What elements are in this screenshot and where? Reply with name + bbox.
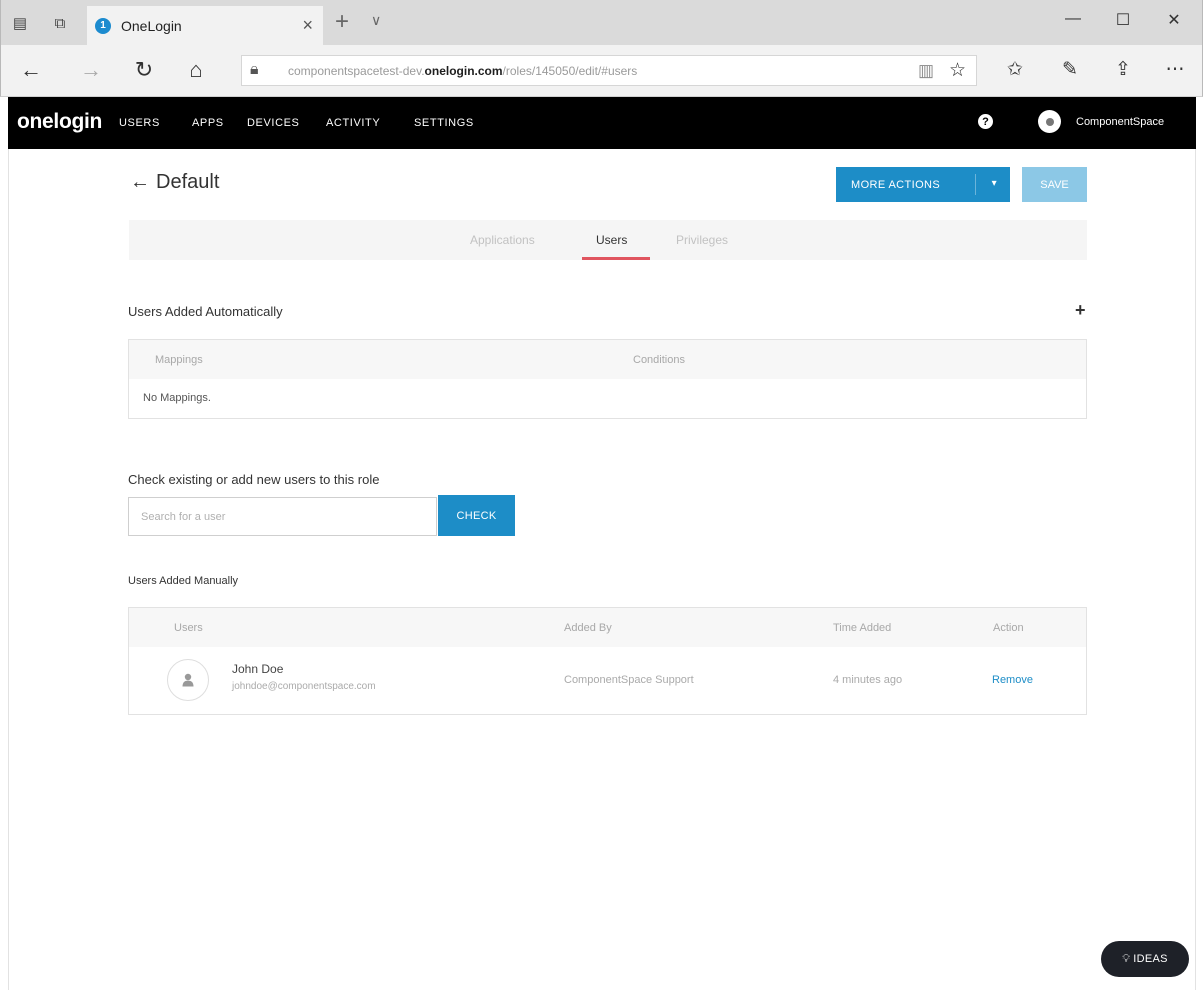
lock-icon: 🔒︎: [250, 61, 259, 78]
forward-icon[interactable]: →: [76, 57, 106, 83]
save-button[interactable]: SAVE: [1022, 167, 1087, 202]
column-header-conditions: Conditions: [633, 354, 685, 366]
user-email: johndoe@componentspace.com: [232, 681, 376, 692]
mappings-table-header: Mappings Conditions: [129, 340, 1086, 379]
tab-actions-icon[interactable]: ▤: [9, 12, 31, 34]
favorite-star-icon[interactable]: ☆: [949, 59, 966, 82]
active-tab-indicator: [582, 257, 650, 260]
maximize-window-icon[interactable]: ☐: [1108, 10, 1138, 30]
button-divider: [975, 174, 976, 195]
tab-list-chevron-down-icon[interactable]: ∨: [371, 12, 381, 29]
url-text: componentspacetest-dev.onelogin.com/role…: [288, 64, 638, 78]
time-added-value: 4 minutes ago: [833, 674, 903, 686]
nav-devices[interactable]: DEVICES: [247, 117, 300, 129]
column-header-action: Action: [993, 622, 1024, 634]
ideas-button[interactable]: 💡︎ IDEAS: [1101, 941, 1189, 977]
more-options-icon[interactable]: ⋯: [1161, 58, 1189, 81]
role-tabs: Applications Users Privileges: [129, 220, 1087, 260]
back-to-roles-link[interactable]: ← Default: [130, 171, 219, 194]
minimize-window-icon[interactable]: —: [1058, 10, 1088, 28]
manual-section-title: Users Added Manually: [128, 575, 239, 587]
close-window-icon[interactable]: ✕: [1159, 10, 1189, 30]
search-user-input[interactable]: [128, 497, 437, 536]
back-icon[interactable]: ←: [16, 57, 46, 83]
nav-settings[interactable]: SETTINGS: [414, 117, 474, 129]
user-avatar: [167, 659, 209, 701]
person-icon: [1045, 117, 1054, 126]
column-header-time-added: Time Added: [833, 622, 892, 634]
auto-section-title: Users Added Automatically: [128, 304, 283, 319]
url-field[interactable]: 🔒︎ componentspacetest-dev.onelogin.com/r…: [241, 55, 977, 86]
check-button[interactable]: CHECK: [438, 495, 515, 536]
app-top-nav: onelogin USERS APPS DEVICES ACTIVITY SET…: [8, 97, 1196, 149]
tab-applications[interactable]: Applications: [470, 233, 535, 247]
manual-users-table: Users Added By Time Added Action John Do…: [128, 607, 1087, 715]
no-mappings-text: No Mappings.: [143, 392, 211, 404]
browser-tab-title: OneLogin: [121, 17, 182, 34]
page-title: Default: [156, 171, 220, 193]
ideas-label: IDEAS: [1133, 953, 1168, 965]
more-actions-button[interactable]: MORE ACTIONS ▾: [836, 167, 1010, 202]
onelogin-favicon-icon: 1: [95, 17, 111, 34]
account-username[interactable]: ComponentSpace: [1076, 116, 1164, 128]
table-row: John Doe johndoe@componentspace.com Comp…: [129, 647, 1086, 715]
onelogin-logo[interactable]: onelogin: [17, 110, 102, 134]
arrow-left-icon: ←: [130, 171, 150, 193]
tab-privileges[interactable]: Privileges: [676, 233, 728, 247]
added-by-value: ComponentSpace Support: [564, 674, 694, 686]
remove-user-link[interactable]: Remove: [992, 674, 1033, 686]
user-avatar[interactable]: [1038, 110, 1061, 133]
check-section-title: Check existing or add new users to this …: [128, 472, 380, 487]
home-icon[interactable]: ⌂: [181, 57, 211, 83]
share-icon[interactable]: ⇪: [1109, 58, 1137, 81]
column-header-mappings: Mappings: [155, 354, 203, 366]
web-notes-pen-icon[interactable]: ✎: [1056, 58, 1084, 81]
role-edit-page: ← Default MORE ACTIONS ▾ SAVE Application…: [8, 149, 1196, 990]
add-mapping-plus-icon[interactable]: +: [1075, 300, 1086, 321]
browser-tab-onelogin[interactable]: 1 OneLogin ×: [87, 6, 323, 45]
nav-apps[interactable]: APPS: [192, 117, 224, 129]
manual-users-table-header: Users Added By Time Added Action: [129, 608, 1086, 647]
browser-tab-bar: ▤ ⧉ 1 OneLogin × + ∨ — ☐ ✕: [0, 0, 1203, 45]
set-aside-tabs-icon[interactable]: ⧉: [49, 12, 71, 34]
close-tab-icon[interactable]: ×: [302, 15, 313, 36]
nav-activity[interactable]: ACTIVITY: [326, 117, 380, 129]
reading-view-icon[interactable]: ▥: [918, 61, 934, 81]
caret-down-icon[interactable]: ▾: [992, 178, 997, 189]
refresh-icon[interactable]: ↻: [129, 57, 159, 83]
tab-users[interactable]: Users: [596, 233, 627, 247]
browser-address-bar: ← → ↻ ⌂ 🔒︎ componentspacetest-dev.onelog…: [0, 45, 1203, 97]
mappings-table: Mappings Conditions No Mappings.: [128, 339, 1087, 419]
new-tab-icon[interactable]: +: [335, 8, 349, 36]
person-icon: [182, 673, 194, 687]
favorites-hub-icon[interactable]: ✩: [1001, 58, 1029, 81]
user-name: John Doe: [232, 662, 284, 676]
nav-users[interactable]: USERS: [119, 117, 160, 129]
more-actions-label: MORE ACTIONS: [851, 178, 941, 191]
lightbulb-icon: 💡︎: [1122, 952, 1131, 965]
help-icon[interactable]: ?: [978, 114, 993, 129]
column-header-users: Users: [174, 622, 203, 634]
column-header-added-by: Added By: [564, 622, 612, 634]
